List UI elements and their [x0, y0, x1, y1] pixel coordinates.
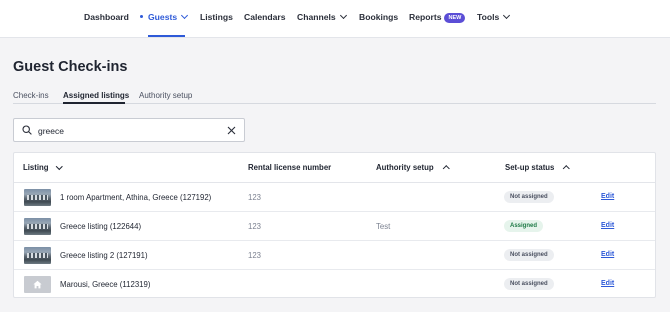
nav-listings[interactable]: Listings	[200, 12, 233, 22]
tab-check-ins[interactable]: Check-ins	[13, 91, 49, 100]
table-header: Listing Rental license number Authority …	[14, 153, 655, 183]
home-icon	[33, 280, 42, 289]
chevron-down-icon	[55, 162, 62, 169]
status-badge: Not assigned	[504, 249, 554, 261]
nav-guests[interactable]: Guests	[140, 11, 189, 22]
license-number: 123	[248, 251, 262, 260]
listing-thumbnail	[24, 189, 51, 206]
listing-thumbnail	[24, 247, 51, 264]
nav-active-indicator	[148, 35, 185, 37]
table-row[interactable]: Greece listing (122644) 123 Test Assigne…	[14, 212, 655, 241]
nav-bookings-label: Bookings	[359, 12, 399, 22]
tab-assigned-listings[interactable]: Assigned listings	[63, 91, 129, 100]
listing-name: Greece listing (122644)	[60, 222, 142, 231]
license-number: 123	[248, 222, 262, 231]
nav-reports-label: Reports	[409, 12, 442, 22]
nav-dashboard[interactable]: Dashboard	[84, 12, 129, 22]
table-row[interactable]: Greece listing 2 (127191) 123 Not assign…	[14, 241, 655, 270]
new-badge: NEW	[444, 13, 466, 23]
edit-link[interactable]: Edit	[601, 251, 614, 258]
column-license: Rental license number	[248, 163, 332, 172]
column-authority-label: Authority setup	[376, 163, 434, 172]
column-listing-label: Listing	[23, 163, 49, 172]
status-badge: Not assigned	[504, 278, 554, 290]
nav-dashboard-label: Dashboard	[84, 12, 129, 22]
listing-name: Greece listing 2 (127191)	[60, 251, 148, 260]
tab-active-indicator	[63, 102, 125, 104]
status-badge: Not assigned	[504, 191, 554, 203]
listing-name: Marousi, Greece (112319)	[60, 280, 151, 289]
top-navigation: Dashboard Guests Listings Calendars Chan…	[0, 0, 670, 38]
assigned-listings-table: Listing Rental license number Authority …	[13, 152, 656, 298]
active-dot-icon	[140, 15, 143, 18]
table-row[interactable]: 1 room Apartment, Athina, Greece (127192…	[14, 183, 655, 212]
status-badge: Assigned	[504, 220, 544, 232]
nav-bookings[interactable]: Bookings	[359, 12, 398, 22]
column-listing[interactable]: Listing	[23, 162, 62, 172]
nav-reports[interactable]: Reports NEW	[409, 12, 466, 24]
nav-guests-label: Guests	[148, 12, 178, 22]
chevron-up-icon	[563, 164, 570, 171]
nav-channels[interactable]: Channels	[297, 11, 347, 22]
chevron-down-icon	[503, 11, 511, 20]
search-icon	[22, 125, 32, 135]
nav-listings-label: Listings	[200, 12, 233, 22]
chevron-up-icon	[442, 164, 450, 171]
listing-thumbnail	[24, 276, 51, 293]
chevron-down-icon	[339, 11, 347, 20]
tab-authority-setup[interactable]: Authority setup	[139, 91, 192, 100]
listing-thumbnail	[24, 218, 51, 235]
nav-tools[interactable]: Tools	[477, 11, 511, 22]
edit-link[interactable]: Edit	[601, 193, 614, 200]
close-icon[interactable]	[227, 126, 236, 135]
search-input[interactable]: greece	[13, 118, 245, 142]
license-number: 123	[248, 193, 262, 202]
column-authority[interactable]: Authority setup	[376, 163, 450, 172]
table-row[interactable]: Marousi, Greece (112319) Not assigned Ed…	[14, 270, 655, 299]
authority-value: Test	[376, 222, 391, 231]
page-title: Guest Check-ins	[13, 59, 128, 75]
nav-channels-label: Channels	[297, 12, 336, 22]
edit-link[interactable]: Edit	[601, 222, 614, 229]
column-status[interactable]: Set-up status	[505, 163, 570, 172]
nav-calendars-label: Calendars	[244, 12, 286, 22]
nav-tools-label: Tools	[477, 12, 500, 22]
search-value: greece	[38, 126, 64, 136]
nav-calendars[interactable]: Calendars	[244, 12, 286, 22]
edit-link[interactable]: Edit	[601, 280, 614, 287]
column-status-label: Set-up status	[505, 163, 555, 172]
listing-name: 1 room Apartment, Athina, Greece (127192…	[60, 193, 212, 202]
chevron-down-icon	[181, 11, 189, 20]
